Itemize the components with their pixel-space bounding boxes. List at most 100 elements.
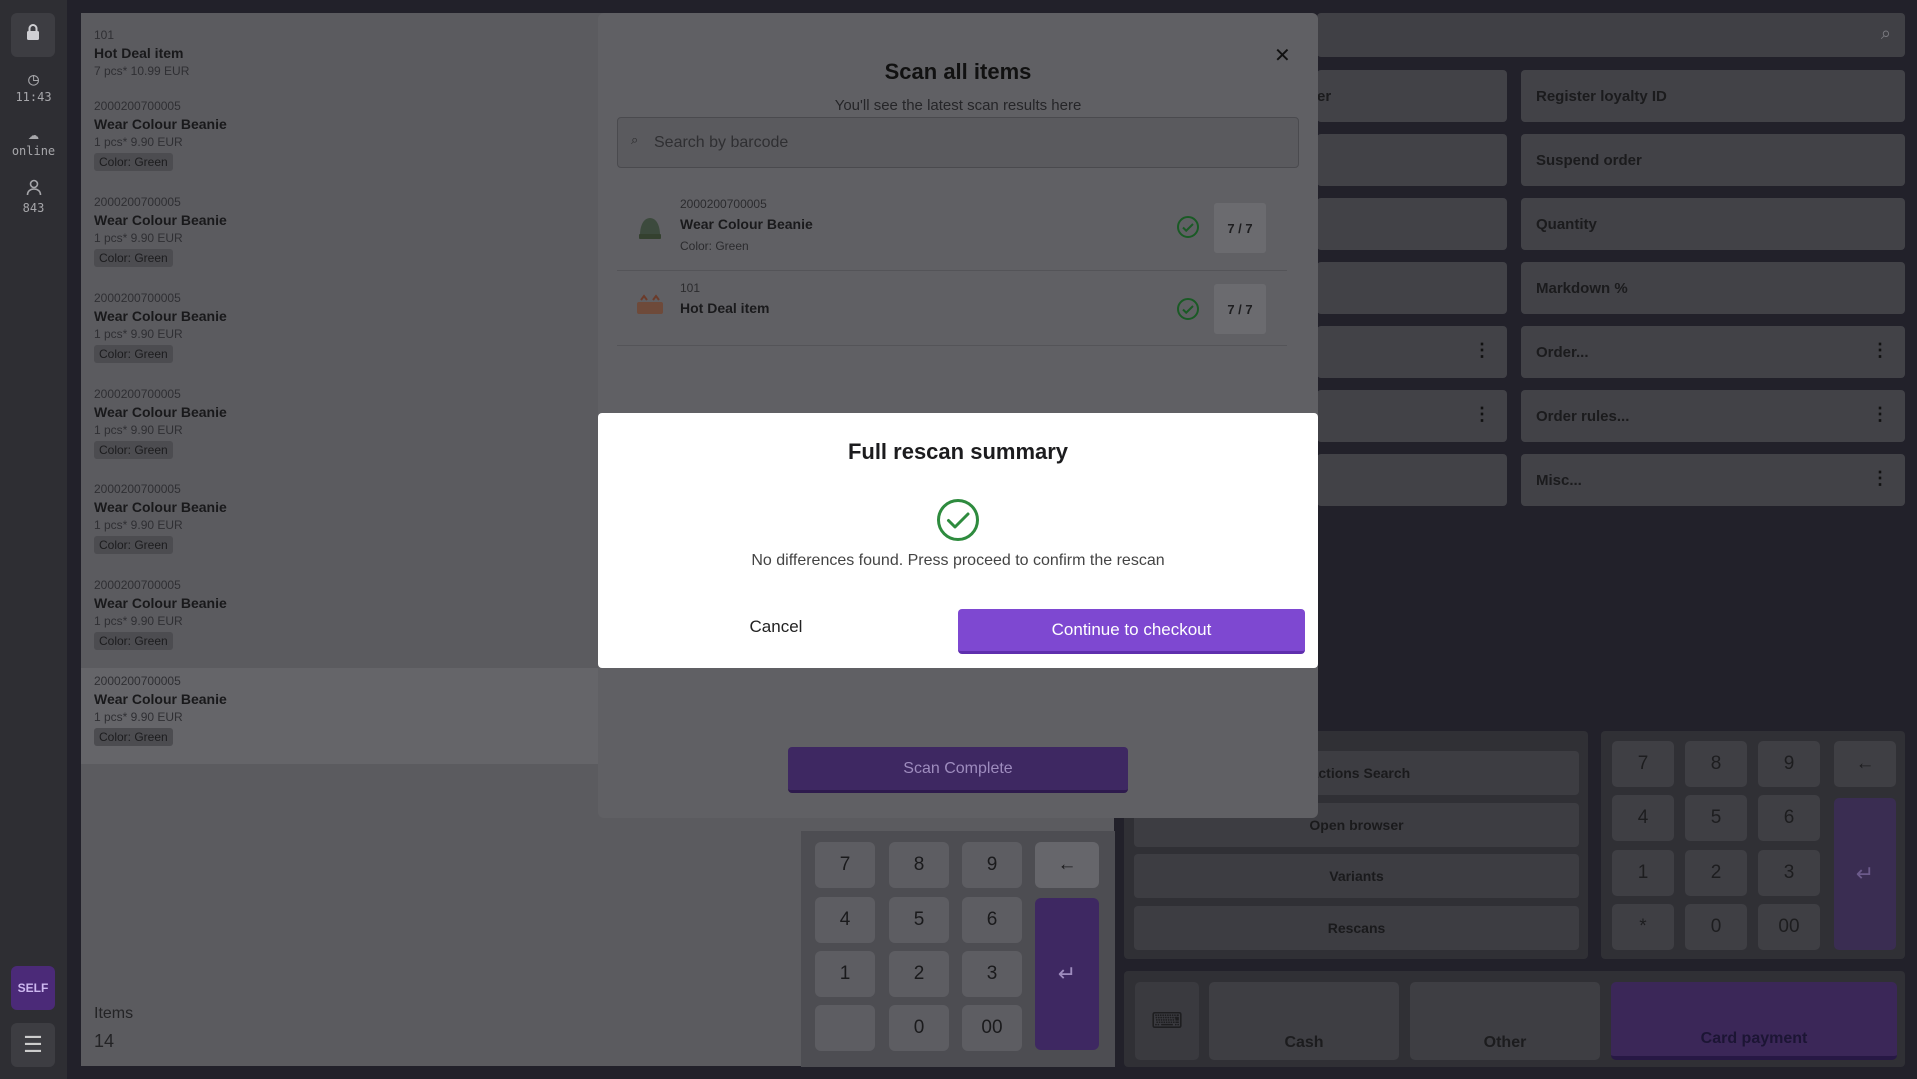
right-numpad-key-1[interactable]: 1: [1612, 850, 1674, 896]
result-name: Hot Deal item: [680, 300, 770, 316]
connection-label: online: [11, 144, 56, 158]
right-numpad-key-star[interactable]: *: [1612, 904, 1674, 950]
numpad-enter[interactable]: ↵: [1035, 898, 1099, 1050]
lock-button[interactable]: [11, 13, 55, 57]
user-status: 843: [0, 178, 67, 215]
function-label: er: [1317, 87, 1332, 105]
right-numpad-key-0[interactable]: 0: [1685, 904, 1747, 950]
search-icon: ⌕: [631, 132, 639, 147]
self-service-button[interactable]: SELF: [11, 966, 55, 1010]
cancel-button[interactable]: Cancel: [716, 607, 836, 647]
numpad-key-5[interactable]: 5: [889, 897, 949, 943]
result-variant: Color: Green: [680, 239, 749, 253]
numpad-backspace[interactable]: ←: [1035, 842, 1099, 888]
suspend-order-button[interactable]: Suspend order: [1521, 134, 1905, 186]
function-label: Misc...: [1536, 471, 1582, 489]
right-numpad-key-7[interactable]: 7: [1612, 741, 1674, 787]
success-check-icon: [936, 498, 980, 542]
item-variant-tag: Color: Green: [94, 441, 173, 459]
more-options-icon[interactable]: ⋮: [1473, 340, 1491, 361]
arrow-left-icon: ←: [1057, 854, 1077, 875]
function-button-left-2[interactable]: [1317, 134, 1507, 186]
enter-icon: ↵: [1855, 861, 1875, 886]
order-rules-button[interactable]: Order rules... ⋮: [1521, 390, 1905, 442]
items-count: 14: [94, 1031, 115, 1051]
rescans-button[interactable]: Rescans: [1134, 906, 1579, 950]
user-id: 843: [22, 201, 45, 215]
quantity-button[interactable]: Quantity: [1521, 198, 1905, 250]
function-label: Quantity: [1536, 215, 1597, 233]
right-numpad-key-4[interactable]: 4: [1612, 795, 1674, 841]
result-name: Wear Colour Beanie: [680, 216, 813, 232]
item-variant-tag: Color: Green: [94, 728, 173, 746]
numpad-key-3[interactable]: 3: [962, 951, 1022, 997]
menu-button[interactable]: ☰: [11, 1023, 55, 1067]
scan-complete-button[interactable]: Scan Complete: [788, 747, 1128, 793]
sidebar: ◷ 11:43 ☁ online 843 SELF ☰: [0, 0, 67, 1079]
dialog-message: No differences found. Press proceed to c…: [751, 552, 1165, 569]
function-button-left-1[interactable]: er: [1317, 70, 1507, 122]
misc-menu-button[interactable]: Misc... ⋮: [1521, 454, 1905, 506]
result-count: 7 / 7: [1214, 284, 1266, 334]
cash-button[interactable]: Cash: [1209, 982, 1399, 1060]
register-loyalty-id-button[interactable]: Register loyalty ID: [1521, 70, 1905, 122]
numpad-key-2[interactable]: 2: [889, 951, 949, 997]
close-button[interactable]: ✕: [1274, 43, 1291, 68]
function-label: Register loyalty ID: [1536, 87, 1667, 105]
numpad-key-blank[interactable]: [815, 1005, 875, 1051]
right-numpad-key-8[interactable]: 8: [1685, 741, 1747, 787]
right-numpad-enter[interactable]: ↵: [1834, 798, 1896, 950]
function-button-left-5[interactable]: ⋮: [1317, 326, 1507, 378]
numpad-key-8[interactable]: 8: [889, 842, 949, 888]
numpad-key-7[interactable]: 7: [815, 842, 875, 888]
order-menu-button[interactable]: Order... ⋮: [1521, 326, 1905, 378]
right-numpad-key-6[interactable]: 6: [1758, 795, 1820, 841]
result-count: 7 / 7: [1214, 203, 1266, 253]
item-variant-tag: Color: Green: [94, 345, 173, 363]
right-numpad-key-9[interactable]: 9: [1758, 741, 1820, 787]
continue-to-checkout-button[interactable]: Continue to checkout: [958, 609, 1305, 654]
clock-status: ◷ 11:43: [0, 70, 67, 105]
barcode-search-input[interactable]: [654, 127, 1254, 159]
markdown-percent-button[interactable]: Markdown %: [1521, 262, 1905, 314]
dialog-title: Full rescan summary: [847, 439, 1069, 464]
connection-status: ☁ online: [0, 124, 67, 159]
function-button-left-6[interactable]: ⋮: [1317, 390, 1507, 442]
modal-title: Scan all items: [884, 59, 1032, 84]
clock-time: 11:43: [15, 90, 52, 104]
keyboard-button[interactable]: ⌨: [1135, 982, 1199, 1060]
variants-button[interactable]: Variants: [1134, 854, 1579, 898]
more-options-icon[interactable]: ⋮: [1871, 340, 1889, 361]
function-button-left-3[interactable]: [1317, 198, 1507, 250]
more-options-icon[interactable]: ⋮: [1473, 404, 1491, 425]
item-variant-tag: Color: Green: [94, 249, 173, 267]
numpad-key-4[interactable]: 4: [815, 897, 875, 943]
right-numpad-backspace[interactable]: ←: [1834, 741, 1896, 787]
numpad-key-00[interactable]: 00: [962, 1005, 1022, 1051]
right-numpad-key-3[interactable]: 3: [1758, 850, 1820, 896]
right-numpad-key-00[interactable]: 00: [1758, 904, 1820, 950]
function-label: Markdown %: [1536, 279, 1628, 297]
product-search-bar[interactable]: ⌕: [1317, 13, 1905, 57]
more-options-icon[interactable]: ⋮: [1871, 468, 1889, 489]
function-button-left-4[interactable]: [1317, 262, 1507, 314]
modal-subtitle: You'll see the latest scan results here: [834, 97, 1082, 114]
numpad-key-9[interactable]: 9: [962, 842, 1022, 888]
scan-result-row: 2000200700005 Wear Colour Beanie Color: …: [617, 189, 1287, 271]
other-payment-button[interactable]: Other: [1410, 982, 1600, 1060]
function-button-left-7[interactable]: [1317, 454, 1507, 506]
numpad-key-0[interactable]: 0: [889, 1005, 949, 1051]
items-label: Items: [94, 1005, 134, 1022]
right-numpad-key-2[interactable]: 2: [1685, 850, 1747, 896]
numpad-key-6[interactable]: 6: [962, 897, 1022, 943]
function-label: Order rules...: [1536, 407, 1630, 425]
item-variant-tag: Color: Green: [94, 632, 173, 650]
numpad-key-1[interactable]: 1: [815, 951, 875, 997]
lock-icon: [24, 23, 42, 47]
more-options-icon[interactable]: ⋮: [1871, 404, 1889, 425]
card-payment-button[interactable]: Card payment: [1611, 982, 1897, 1060]
right-numpad-key-5[interactable]: 5: [1685, 795, 1747, 841]
rescan-summary-dialog: Full rescan summary No differences found…: [598, 413, 1318, 668]
close-icon: ✕: [1274, 45, 1291, 67]
hot-deal-thumbnail: [634, 291, 666, 323]
